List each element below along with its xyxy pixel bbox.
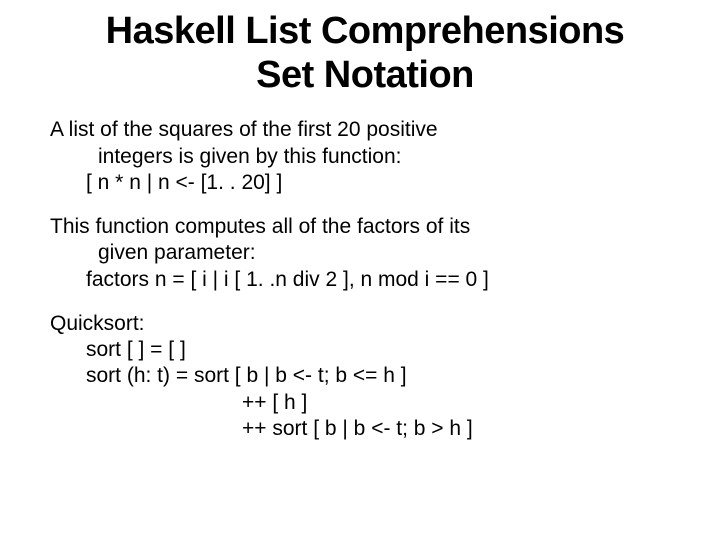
- slide-title: Haskell List Comprehensions Set Notation: [50, 10, 680, 97]
- factors-intro-line2: given parameter:: [50, 240, 680, 266]
- slide-content: A list of the squares of the first 20 po…: [50, 117, 680, 442]
- section-squares: A list of the squares of the first 20 po…: [50, 117, 680, 196]
- quicksort-label: Quicksort:: [50, 311, 680, 337]
- squares-code: [ n * n | n <- [1. . 20] ]: [50, 170, 680, 196]
- section-factors: This function computes all of the factor…: [50, 214, 680, 293]
- quicksort-code-line1: sort [ ] = [ ]: [50, 337, 680, 363]
- quicksort-code-line3: ++ [ h ]: [50, 390, 680, 416]
- title-line-2: Set Notation: [50, 54, 680, 98]
- quicksort-code-line4: ++ sort [ b | b <- t; b > h ]: [50, 416, 680, 442]
- squares-intro-line2: integers is given by this function:: [50, 144, 680, 170]
- quicksort-code-line2: sort (h: t) = sort [ b | b <- t; b <= h …: [50, 363, 680, 389]
- title-line-1: Haskell List Comprehensions: [50, 10, 680, 54]
- factors-intro-line1: This function computes all of the factor…: [50, 214, 680, 240]
- squares-intro-line1: A list of the squares of the first 20 po…: [50, 117, 680, 143]
- section-quicksort: Quicksort: sort [ ] = [ ] sort (h: t) = …: [50, 311, 680, 442]
- factors-code: factors n = [ i | i [ 1. .n div 2 ], n m…: [50, 267, 680, 293]
